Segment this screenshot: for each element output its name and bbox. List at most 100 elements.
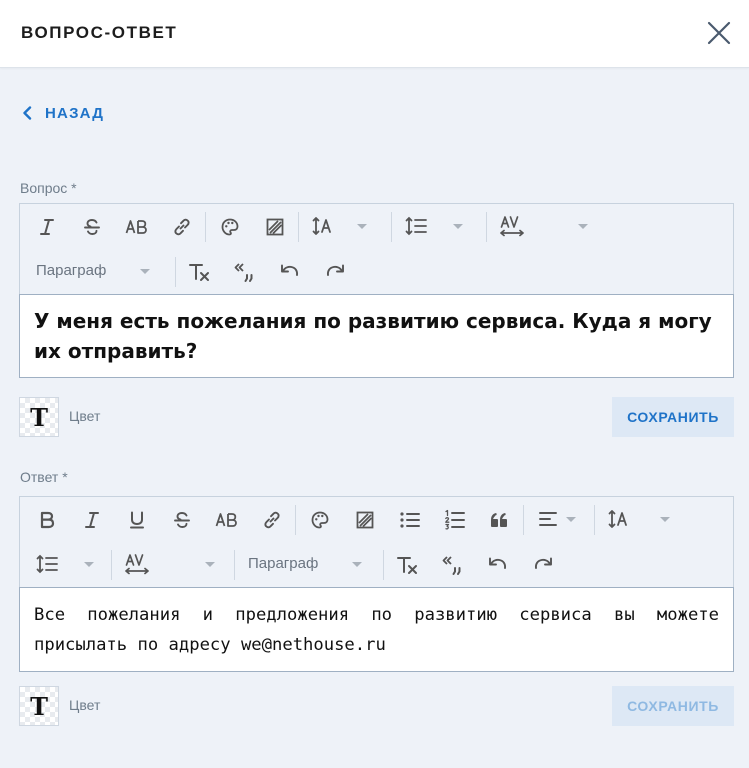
quotes-button[interactable]	[430, 542, 475, 587]
redo-button[interactable]	[312, 249, 357, 294]
back-link[interactable]: НАЗАД	[22, 100, 104, 126]
undo-button[interactable]	[267, 249, 312, 294]
link-button[interactable]	[159, 204, 204, 249]
uppercase-icon	[125, 219, 147, 234]
question-label: Вопрос *	[20, 180, 77, 196]
chevron-down-icon	[352, 562, 362, 567]
strikethrough-button[interactable]	[69, 204, 114, 249]
save-question-button[interactable]: СОХРАНИТЬ	[612, 397, 734, 437]
bulleted-list-icon	[399, 511, 420, 528]
modal-header: ВОПРОС-ОТВЕТ	[0, 0, 749, 68]
background-color-button[interactable]	[342, 497, 387, 542]
answer-label: Ответ *	[20, 469, 68, 485]
text-color-glyph: T	[30, 402, 48, 432]
back-label: НАЗАД	[45, 104, 105, 122]
toolbar-separator	[298, 211, 299, 242]
background-color-icon	[266, 218, 283, 235]
chevron-down-icon	[357, 224, 367, 229]
paragraph-format-select[interactable]: Параграф	[236, 542, 382, 587]
line-height-dropdown[interactable]	[24, 542, 110, 587]
bold-button[interactable]	[24, 497, 69, 542]
answer-text-area[interactable]: Все пожелания и предложения по развитию …	[19, 587, 734, 672]
text-color-swatch[interactable]: T	[19, 686, 59, 726]
link-icon	[263, 511, 280, 528]
undo-button[interactable]	[475, 542, 520, 587]
close-button[interactable]	[700, 14, 738, 52]
numbered-list-button[interactable]	[432, 497, 477, 542]
underline-button[interactable]	[114, 497, 159, 542]
toolbar-separator	[594, 504, 595, 535]
save-answer-button[interactable]: СОХРАНИТЬ	[612, 686, 734, 726]
font-size-icon	[608, 510, 627, 528]
clear-formatting-button[interactable]	[177, 249, 222, 294]
font-size-dropdown[interactable]	[596, 497, 684, 542]
clear-formatting-button[interactable]	[385, 542, 430, 587]
quotes-button[interactable]	[222, 249, 267, 294]
paragraph-format-select[interactable]: Параграф	[24, 249, 174, 294]
paragraph-format-label: Параграф	[248, 555, 319, 572]
strikethrough-icon	[173, 511, 190, 528]
uppercase-button[interactable]	[204, 497, 249, 542]
redo-icon	[326, 264, 344, 276]
italic-button[interactable]	[24, 204, 69, 249]
color-label: Цвет	[69, 697, 101, 713]
text-color-button[interactable]	[297, 497, 342, 542]
clear-formatting-icon	[396, 556, 417, 574]
toolbar-separator	[391, 211, 392, 242]
guillemets-icon	[234, 262, 252, 282]
question-text-area[interactable]: У меня есть пожелания по развитию сервис…	[19, 294, 734, 378]
question-text: У меня есть пожелания по развитию сервис…	[34, 309, 712, 363]
toolbar-separator	[175, 256, 176, 287]
question-editor: Параграф У меня есть пожелания по развит…	[19, 203, 734, 378]
blockquote-button[interactable]	[477, 497, 522, 542]
line-height-dropdown[interactable]	[393, 204, 485, 249]
line-height-icon	[36, 554, 58, 574]
chevron-down-icon	[578, 224, 588, 229]
question-color-row: T Цвет СОХРАНИТЬ	[19, 397, 734, 437]
line-height-icon	[405, 216, 427, 236]
palette-icon	[311, 511, 328, 528]
guillemets-icon	[442, 555, 460, 575]
redo-button[interactable]	[520, 542, 565, 587]
toolbar-separator	[523, 504, 524, 535]
undo-icon	[488, 557, 506, 569]
numbered-list-icon	[444, 509, 465, 530]
background-color-icon	[356, 511, 373, 528]
text-color-glyph: T	[30, 691, 48, 721]
text-color-swatch[interactable]: T	[19, 397, 59, 437]
quote-icon	[490, 512, 507, 527]
italic-icon	[84, 511, 99, 528]
text-color-button[interactable]	[207, 204, 252, 249]
chevron-left-icon	[23, 106, 32, 120]
bold-icon	[40, 511, 54, 528]
letter-spacing-dropdown[interactable]	[488, 204, 598, 249]
letter-spacing-icon	[500, 216, 524, 237]
bulleted-list-button[interactable]	[387, 497, 432, 542]
color-label: Цвет	[69, 408, 101, 424]
uppercase-icon	[215, 512, 237, 527]
chevron-down-icon	[453, 224, 463, 229]
italic-button[interactable]	[69, 497, 114, 542]
strikethrough-icon	[83, 218, 100, 235]
toolbar-separator	[234, 549, 235, 580]
toolbar-separator	[383, 549, 384, 580]
toolbar-separator	[205, 211, 206, 242]
chevron-down-icon	[205, 562, 215, 567]
align-left-icon	[539, 512, 557, 526]
link-button[interactable]	[249, 497, 294, 542]
palette-icon	[221, 218, 238, 235]
toolbar-separator	[295, 504, 296, 535]
undo-icon	[280, 264, 298, 276]
uppercase-button[interactable]	[114, 204, 159, 249]
font-size-dropdown[interactable]	[300, 204, 390, 249]
background-color-button[interactable]	[252, 204, 297, 249]
letter-spacing-dropdown[interactable]	[113, 542, 233, 587]
strikethrough-button[interactable]	[159, 497, 204, 542]
chevron-down-icon	[566, 517, 576, 522]
align-dropdown[interactable]	[525, 497, 593, 542]
answer-text: Все пожелания и предложения по развитию …	[34, 605, 719, 655]
paragraph-format-label: Параграф	[36, 262, 107, 279]
link-icon	[173, 218, 190, 235]
clear-formatting-icon	[188, 263, 209, 281]
close-icon	[707, 21, 731, 45]
